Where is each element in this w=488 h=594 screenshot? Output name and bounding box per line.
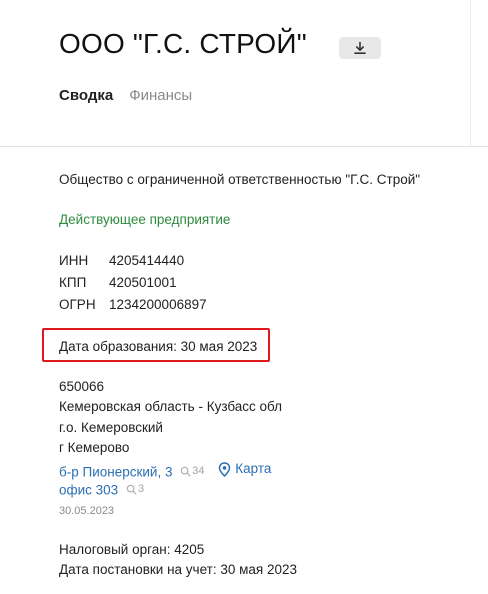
requisite-label: ИНН	[59, 253, 89, 268]
requisite-value: 420501001	[109, 275, 177, 290]
map-pin-icon	[218, 461, 231, 477]
tax-authority: Налоговый орган: 4205	[59, 542, 205, 557]
download-button[interactable]	[339, 37, 381, 59]
page-title: ООО "Г.С. СТРОЙ"	[59, 28, 307, 59]
status-badge: Действующее предприятие	[59, 212, 231, 227]
company-header: ООО "Г.С. СТРОЙ" Сводка Финансы	[0, 0, 488, 146]
requisite-label: ОГРН	[59, 297, 96, 312]
header-divider	[0, 146, 488, 147]
office-search-count[interactable]: 3	[126, 480, 144, 498]
address-office-row: офис 303 3	[59, 480, 144, 500]
address-city: г Кемерово	[59, 440, 130, 455]
address-region: Кемеровская область - Кузбасс обл	[59, 399, 283, 414]
search-icon	[180, 466, 191, 476]
company-full-name: Общество с ограниченной ответственностью…	[59, 172, 421, 187]
founded-date: Дата образования: 30 мая 2023	[59, 339, 258, 354]
office-count-value: 3	[137, 483, 145, 495]
requisite-value: 1234200006897	[109, 297, 207, 312]
address-date: 30.05.2023	[59, 505, 115, 517]
download-icon	[354, 41, 366, 54]
address-district: г.о. Кемеровский	[59, 420, 163, 435]
address-office-link[interactable]: офис 303	[59, 483, 118, 498]
company-page: ООО "Г.С. СТРОЙ" Сводка Финансы Общество…	[0, 0, 488, 594]
map-link-label: Карта	[235, 461, 272, 476]
tax-registration-date: Дата постановки на учет: 30 мая 2023	[59, 562, 297, 577]
map-link[interactable]: Карта	[218, 460, 271, 478]
address-street-link[interactable]: б-р Пионерский, 3	[59, 465, 172, 480]
street-count-value: 34	[192, 465, 205, 477]
street-search-count[interactable]: 34	[180, 462, 204, 480]
tab-bar: Сводка Финансы	[59, 87, 192, 104]
header-vertical-divider	[470, 0, 471, 146]
tab-finances[interactable]: Финансы	[129, 87, 192, 104]
address-postcode: 650066	[59, 379, 105, 394]
tab-summary[interactable]: Сводка	[59, 87, 113, 104]
requisite-value: 4205414440	[109, 253, 185, 268]
address-street-row: б-р Пионерский, 3 34 Карта	[59, 460, 271, 482]
search-icon	[126, 484, 137, 494]
requisite-label: КПП	[59, 275, 87, 290]
